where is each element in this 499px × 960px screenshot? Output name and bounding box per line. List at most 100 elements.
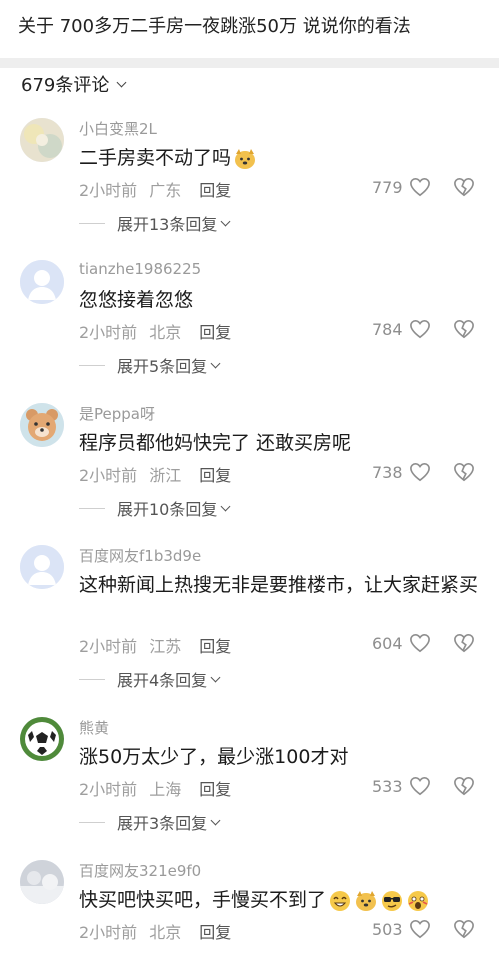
avatar[interactable] — [20, 860, 64, 904]
comment-meta: 2小时前 浙江 回复 — [79, 462, 231, 486]
dog-emoji-icon — [235, 148, 256, 169]
comment-meta: 2小时前 北京 回复 — [79, 319, 231, 343]
broken-heart-icon — [454, 177, 474, 197]
heart-icon — [409, 919, 430, 939]
comment-time: 2小时前 — [79, 923, 138, 942]
comment-location: 北京 — [149, 323, 182, 342]
comment-time: 2小时前 — [79, 780, 138, 799]
comment-location: 上海 — [149, 780, 182, 799]
snowy-photo-avatar-icon — [20, 860, 64, 904]
dog-emoji-icon — [356, 890, 377, 911]
comment-location: 浙江 — [149, 466, 182, 485]
dislike-button[interactable] — [453, 776, 475, 796]
heart-icon — [409, 462, 430, 482]
broken-heart-icon — [454, 462, 474, 482]
scared-emoji-icon — [408, 890, 429, 911]
broken-heart-icon — [454, 776, 474, 796]
reply-button[interactable]: 回复 — [199, 776, 231, 800]
expand-line — [79, 222, 105, 224]
dislike-button[interactable] — [453, 633, 475, 653]
like-button[interactable]: 779 — [372, 177, 431, 197]
comment-meta: 2小时前 江苏 回复 — [79, 633, 231, 657]
chevron-down-icon — [210, 815, 221, 825]
expand-replies-button[interactable]: 展开3条回复 — [79, 810, 221, 834]
heart-icon — [409, 177, 430, 197]
reply-button[interactable]: 回复 — [199, 919, 231, 943]
comment-time: 2小时前 — [79, 323, 138, 342]
avatar[interactable] — [20, 545, 64, 589]
comment-count-sort[interactable]: 679条评论 — [21, 70, 127, 98]
like-count: 784 — [372, 319, 403, 339]
default-user-avatar-icon — [20, 545, 64, 589]
avatar[interactable] — [20, 260, 64, 304]
chevron-down-icon — [210, 358, 221, 368]
like-button[interactable]: 533 — [372, 776, 431, 796]
chevron-down-icon — [220, 216, 231, 226]
comment-text: 忽悠接着忽悠 — [79, 289, 194, 311]
dislike-button[interactable] — [453, 462, 475, 482]
like-count: 503 — [372, 919, 403, 939]
dislike-button[interactable] — [453, 919, 475, 939]
comment-text: 快买吧快买吧，手慢买不到了 — [79, 885, 484, 915]
username[interactable]: 百度网友321e9f0 — [79, 860, 201, 881]
default-user-avatar-icon — [20, 260, 64, 304]
comment-location: 江苏 — [149, 637, 182, 656]
like-button[interactable]: 503 — [372, 919, 431, 939]
username[interactable]: 熊黄 — [79, 717, 109, 738]
reply-button[interactable]: 回复 — [199, 462, 231, 486]
expand-line — [79, 821, 105, 823]
chevron-down-icon — [210, 672, 221, 682]
chevron-down-icon — [116, 77, 127, 87]
like-count: 533 — [372, 776, 403, 796]
expand-replies-button[interactable]: 展开5条回复 — [79, 353, 221, 377]
like-button[interactable]: 738 — [372, 462, 431, 482]
username[interactable]: 小白变黑2L — [79, 118, 157, 139]
expand-replies-label: 展开5条回复 — [117, 357, 208, 376]
username[interactable]: tianzhe1986225 — [79, 260, 201, 278]
avatar[interactable] — [20, 403, 64, 447]
like-count: 779 — [372, 177, 403, 197]
comment-text-body: 二手房卖不动了吗 — [79, 147, 232, 169]
expand-line — [79, 364, 105, 366]
expand-replies-label: 展开13条回复 — [117, 215, 218, 234]
expand-line — [79, 678, 105, 680]
grin-emoji-icon — [330, 890, 351, 911]
avatar[interactable] — [20, 717, 64, 761]
dislike-button[interactable] — [453, 319, 475, 339]
comment-text: 程序员都他妈快完了 还敢买房呢 — [79, 432, 352, 454]
avatar[interactable] — [20, 118, 64, 162]
username[interactable]: 百度网友f1b3d9e — [79, 545, 201, 566]
like-button[interactable]: 784 — [372, 319, 431, 339]
reply-button[interactable]: 回复 — [199, 319, 231, 343]
like-count: 738 — [372, 462, 403, 482]
comment-location: 北京 — [149, 923, 182, 942]
comment-meta: 2小时前 上海 回复 — [79, 776, 231, 800]
broken-heart-icon — [454, 319, 474, 339]
soccer-ball-avatar-icon — [20, 717, 64, 761]
expand-replies-label: 展开3条回复 — [117, 814, 208, 833]
comment-meta: 2小时前 广东 回复 — [79, 177, 231, 201]
heart-icon — [409, 633, 430, 653]
bear-avatar-icon — [20, 403, 64, 447]
blurred-photo-avatar-icon — [20, 118, 64, 162]
comment-meta: 2小时前 北京 回复 — [79, 919, 231, 943]
dislike-button[interactable] — [453, 177, 475, 197]
section-divider — [0, 58, 499, 68]
expand-replies-button[interactable]: 展开4条回复 — [79, 667, 221, 691]
comment-text-body: 快买吧快买吧，手慢买不到了 — [79, 889, 327, 911]
reply-button[interactable]: 回复 — [199, 177, 231, 201]
username[interactable]: 是Peppa呀 — [79, 403, 155, 424]
comment-text: 二手房卖不动了吗 — [79, 143, 484, 173]
heart-icon — [409, 776, 430, 796]
like-count: 604 — [372, 633, 403, 653]
chevron-down-icon — [220, 501, 231, 511]
expand-line — [79, 507, 105, 509]
like-button[interactable]: 604 — [372, 633, 431, 653]
reply-button[interactable]: 回复 — [199, 633, 231, 657]
comment-text: 这种新闻上热搜无非是要推楼市，让大家赶紧买 — [79, 574, 479, 596]
comment-time: 2小时前 — [79, 466, 138, 485]
comment-text: 涨50万太少了，最少涨100才对 — [79, 746, 349, 768]
comment-location: 广东 — [149, 181, 182, 200]
expand-replies-button[interactable]: 展开10条回复 — [79, 496, 231, 520]
expand-replies-button[interactable]: 展开13条回复 — [79, 211, 231, 235]
